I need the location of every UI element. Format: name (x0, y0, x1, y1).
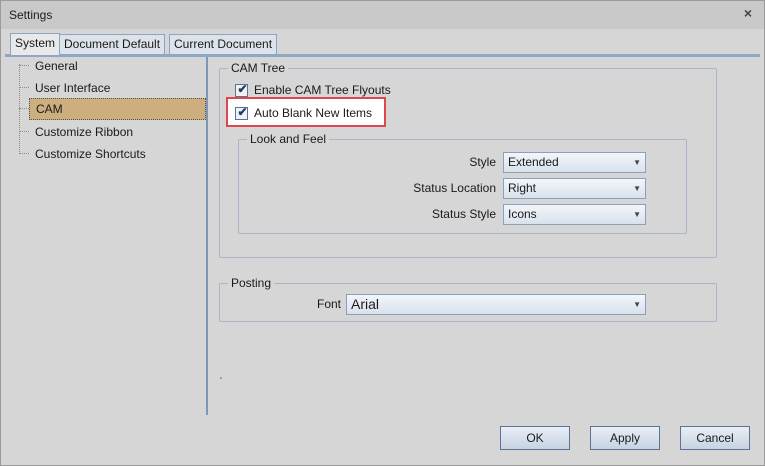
font-value: Arial (351, 296, 380, 312)
auto-blank-label: Auto Blank New Items (254, 106, 373, 120)
ok-button[interactable]: OK (500, 426, 570, 450)
tab-document-default[interactable]: Document Default (59, 34, 166, 54)
status-style-select[interactable]: Icons ▼ (503, 204, 646, 225)
close-icon[interactable]: × (741, 6, 755, 20)
posting-title: Posting (228, 276, 275, 290)
nav-item-label: CAM (29, 98, 206, 120)
cancel-button[interactable]: Cancel (680, 426, 750, 450)
title-bar: Settings × (1, 1, 764, 29)
font-label: Font (316, 297, 341, 311)
chevron-down-icon: ▼ (633, 158, 641, 167)
auto-blank-option[interactable]: ✔ Auto Blank New Items (235, 104, 372, 122)
status-style-label: Status Style (431, 207, 496, 221)
status-location-value: Right (508, 181, 537, 195)
tab-system[interactable]: System (10, 33, 61, 55)
style-value: Extended (508, 155, 559, 169)
look-and-feel-title: Look and Feel (247, 132, 330, 146)
font-select[interactable]: Arial ▼ (346, 294, 646, 315)
panel-divider (206, 57, 208, 415)
checkmark-icon: ✔ (237, 104, 248, 119)
style-select[interactable]: Extended ▼ (503, 152, 646, 173)
nav-item-label: Customize Shortcuts (35, 147, 146, 161)
window-title: Settings (9, 8, 53, 22)
status-location-select[interactable]: Right ▼ (503, 178, 646, 199)
cam-tree-title: CAM Tree (228, 61, 289, 75)
nav-item-label: User Interface (35, 81, 111, 95)
tab-current-document[interactable]: Current Document (169, 34, 278, 54)
chevron-down-icon: ▼ (633, 210, 641, 219)
apply-button[interactable]: Apply (590, 426, 660, 450)
settings-dialog: Settings × System Document Default Curre… (0, 0, 765, 466)
tree-connector (19, 64, 20, 154)
nav-item-label: General (35, 59, 78, 73)
chevron-down-icon: ▼ (633, 300, 641, 309)
nav-item-label: Customize Ribbon (35, 125, 134, 139)
status-style-value: Icons (508, 207, 537, 221)
enable-flyouts-label: Enable CAM Tree Flyouts (254, 83, 391, 97)
artifact-dot (220, 377, 222, 379)
checkmark-icon: ✔ (237, 81, 248, 96)
chevron-down-icon: ▼ (633, 184, 641, 193)
enable-flyouts-checkbox[interactable]: ✔ (235, 81, 248, 97)
style-label: Style (469, 155, 496, 169)
auto-blank-checkbox[interactable]: ✔ (235, 104, 248, 120)
status-location-label: Status Location (413, 181, 496, 195)
